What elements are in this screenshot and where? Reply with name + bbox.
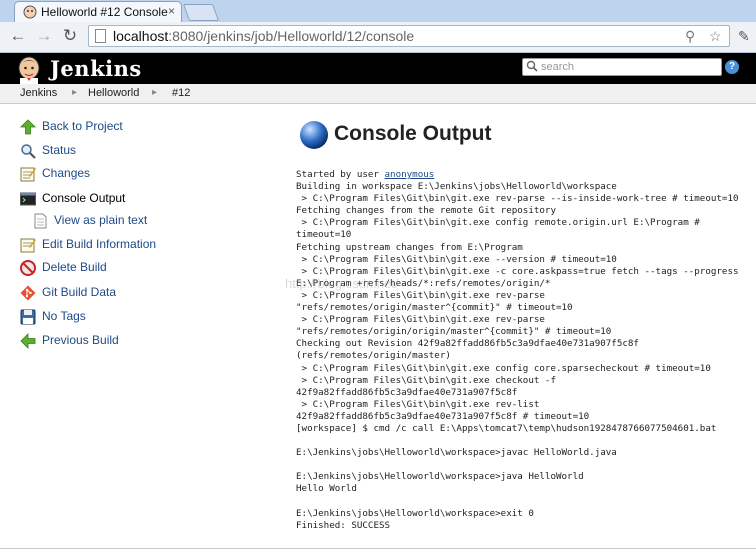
terminal-icon — [20, 192, 36, 206]
watermark-text: http://blog.csdn.net/ — [285, 276, 399, 291]
breadcrumb-separator-icon: ▸ — [152, 87, 158, 98]
console-line: Hello World — [296, 483, 357, 495]
browser-titlebar: Helloworld #12 Console × — [0, 0, 756, 22]
search-placeholder: search — [541, 61, 575, 73]
up-arrow-icon — [20, 119, 36, 135]
console-line: Building in workspace E:\Jenkins\jobs\He… — [296, 181, 617, 193]
magnifier-icon — [21, 144, 36, 159]
console-line: "refs/remotes/origin/master^{commit}" # … — [296, 302, 573, 314]
floppy-icon — [20, 309, 36, 325]
breadcrumb-jenkins[interactable]: Jenkins — [20, 87, 57, 99]
jenkins-logo-text[interactable]: Jenkins — [50, 56, 142, 81]
help-icon[interactable]: ? — [725, 60, 739, 74]
address-bar[interactable]: localhost:8080/jenkins/job/Helloworld/12… — [88, 25, 730, 47]
breadcrumb-helloworld[interactable]: Helloworld — [88, 87, 139, 99]
console-line: Fetching upstream changes from E:\Progra… — [296, 241, 523, 253]
console-line: timeout=10 — [296, 229, 352, 241]
console-line: > C:\Program Files\Git\bin\git.exe confi… — [296, 362, 711, 374]
breadcrumb-separator-icon: ▸ — [72, 87, 78, 98]
console-line: > C:\Program Files\Git\bin\git.exe check… — [296, 374, 556, 386]
breadcrumb-build[interactable]: #12 — [172, 87, 190, 99]
notepad-icon — [20, 167, 36, 182]
console-line: E:\Jenkins\jobs\Helloworld\workspace>jav… — [296, 447, 617, 459]
console-line: Checking out Revision 42f9a82ffadd86fb5c… — [296, 338, 639, 350]
forward-arrow-icon[interactable]: → — [34, 26, 54, 46]
page-title: Console Output — [334, 122, 492, 145]
console-log: Started by user anonymous Building in wo… — [296, 169, 756, 532]
console-line: > C:\Program Files\Git\bin\git.exe rev-p… — [296, 289, 545, 301]
breadcrumb: Jenkins ▸ Helloworld ▸ #12 — [0, 84, 756, 104]
console-line: 42f9a82ffadd86fb5c3a9dfae40e731a907f5c8f — [296, 386, 518, 398]
console-line: "refs/remotes/origin/origin/master^{comm… — [296, 326, 612, 338]
console-line: > C:\Program Files\Git\bin\git.exe --ver… — [296, 253, 617, 265]
new-tab-button[interactable] — [182, 4, 220, 21]
console-line: 42f9a82ffadd86fb5c3a9dfae40e731a907f5c8f… — [296, 410, 590, 422]
console-line: E:\Jenkins\jobs\Helloworld\workspace>jav… — [296, 471, 584, 483]
console-line: (refs/remotes/origin/master) — [296, 350, 451, 362]
console-line: E:\Jenkins\jobs\Helloworld\workspace>exi… — [296, 507, 534, 519]
console-line: [workspace] $ cmd /c call E:\Apps\tomcat… — [296, 422, 717, 434]
jenkins-favicon-icon — [23, 5, 37, 19]
search-icon — [526, 60, 538, 72]
left-arrow-icon — [20, 333, 36, 349]
search-input[interactable]: search — [522, 58, 722, 76]
started-by-text: Started by user — [296, 169, 385, 180]
console-line: Fetching changes from the remote Git rep… — [296, 205, 556, 217]
jenkins-header: Jenkins search ? — [0, 53, 756, 84]
browser-tab[interactable]: Helloworld #12 Console × — [14, 1, 182, 22]
user-link[interactable]: anonymous — [385, 169, 435, 180]
page-icon — [95, 29, 106, 43]
git-icon — [20, 285, 36, 301]
star-icon[interactable]: ☆ — [709, 28, 722, 45]
document-icon — [34, 213, 47, 229]
reload-icon[interactable]: ↻ — [60, 26, 80, 46]
tab-close-icon[interactable]: × — [168, 4, 175, 18]
browser-toolbar: ← → ↻ localhost:8080/jenkins/job/Hellowo… — [0, 22, 756, 53]
tab-title: Helloworld #12 Console — [41, 5, 168, 19]
settings-wrench-icon[interactable]: ✎ — [738, 28, 750, 45]
console-log-lines: Building in workspace E:\Jenkins\jobs\He… — [296, 181, 739, 531]
jenkins-butler-logo-icon[interactable] — [14, 54, 44, 84]
wrench-small-icon[interactable]: ⚲ — [685, 28, 695, 45]
notepad-edit-icon — [20, 238, 36, 253]
back-arrow-icon[interactable]: ← — [8, 26, 28, 46]
console-line: Finished: SUCCESS — [296, 519, 391, 531]
no-entry-icon — [20, 260, 36, 276]
console-line: > C:\Program Files\Git\bin\git.exe rev-p… — [296, 314, 545, 326]
url-text: localhost:8080/jenkins/job/Helloworld/12… — [113, 28, 415, 44]
divider — [0, 548, 756, 549]
console-globe-icon — [300, 121, 328, 149]
console-line: > C:\Program Files\Git\bin\git.exe confi… — [296, 217, 700, 229]
console-line: > C:\Program Files\Git\bin\git.exe rev-l… — [296, 398, 540, 410]
console-line: > C:\Program Files\Git\bin\git.exe rev-p… — [296, 193, 739, 205]
